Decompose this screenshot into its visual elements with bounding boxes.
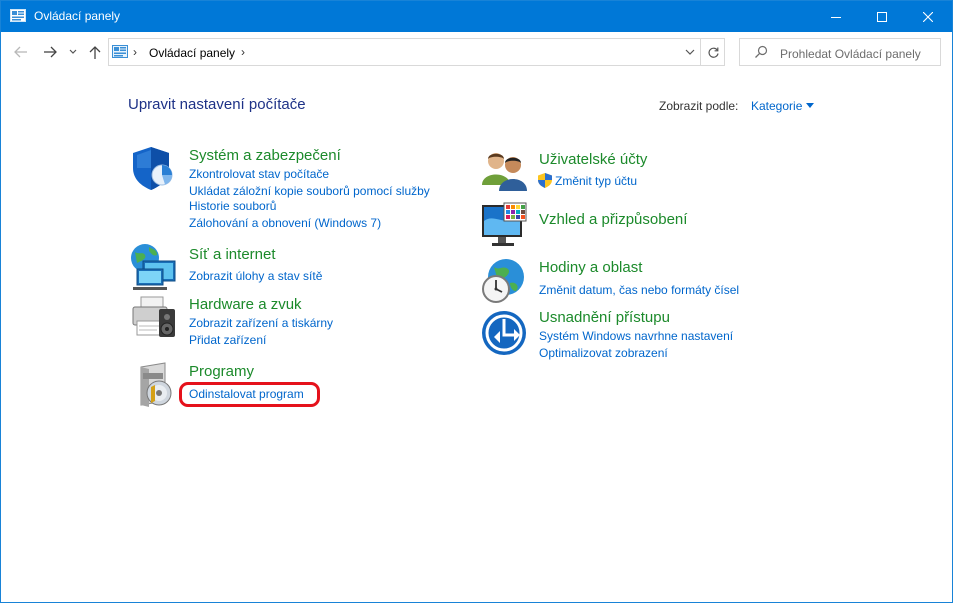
link-add-device[interactable]: Přidat zařízení [189, 333, 266, 347]
link-change-date-time-formats[interactable]: Změnit datum, čas nebo formáty čísel [539, 283, 739, 297]
uninstall-highlight-outline [179, 382, 320, 407]
search-icon [755, 45, 768, 58]
chevron-down-icon [685, 49, 695, 55]
minimize-button[interactable] [813, 1, 859, 32]
link-devices-printers[interactable]: Zobrazit zařízení a tiskárny [189, 316, 333, 330]
link-backup-restore[interactable]: Zálohování a obnovení (Windows 7) [189, 216, 381, 230]
link-network-status[interactable]: Zobrazit úlohy a stav sítě [189, 269, 322, 283]
page-title: Upravit nastavení počítače [128, 96, 306, 113]
address-bar[interactable]: › Ovládací panely › [108, 38, 725, 66]
category-title-appearance[interactable]: Vzhled a přizpůsobení [539, 211, 687, 228]
breadcrumb-separator[interactable]: › [133, 45, 137, 59]
recent-locations-button[interactable] [65, 41, 81, 63]
category-title-clock-region[interactable]: Hodiny a oblast [539, 259, 642, 276]
address-history-dropdown[interactable] [679, 39, 701, 65]
up-button[interactable] [85, 41, 105, 63]
control-panel-window: Ovládací panely › Ovládací panely › Proh… [0, 0, 953, 603]
window-title: Ovládací panely [34, 9, 121, 23]
arrow-left-icon [14, 46, 27, 58]
link-optimize-display[interactable]: Optimalizovat zobrazení [539, 346, 668, 360]
link-change-account-type[interactable]: Změnit typ účtu [555, 174, 637, 188]
link-windows-suggest-settings[interactable]: Systém Windows navrhne nastavení [539, 329, 733, 343]
forward-button[interactable] [39, 41, 61, 63]
view-by-label: Zobrazit podle: [659, 99, 739, 113]
link-file-history[interactable]: Historie souborů [189, 199, 276, 213]
control-panel-icon [112, 45, 128, 58]
link-check-computer-status[interactable]: Zkontrolovat stav počítače [189, 167, 329, 181]
network-globe-icon[interactable] [129, 243, 177, 291]
search-box[interactable]: Prohledat Ovládací panely [739, 38, 941, 66]
category-title-ease-of-access[interactable]: Usnadnění přístupu [539, 309, 670, 326]
category-title-hardware-sound[interactable]: Hardware a zvuk [189, 296, 302, 313]
navigation-bar: › Ovládací panely › Prohledat Ovládací p… [1, 32, 952, 72]
monitor-palette-icon[interactable] [480, 201, 528, 249]
arrow-up-icon [89, 46, 101, 59]
shield-icon[interactable] [129, 144, 177, 192]
caret-down-icon[interactable] [806, 103, 814, 108]
category-title-network-internet[interactable]: Síť a internet [189, 246, 276, 263]
view-by-dropdown[interactable]: Kategorie [751, 99, 802, 113]
arrow-right-icon [44, 46, 57, 58]
accessibility-icon[interactable] [480, 307, 528, 355]
refresh-button[interactable] [700, 39, 725, 65]
clock-globe-icon[interactable] [480, 257, 528, 305]
programs-disc-icon[interactable] [129, 361, 177, 409]
users-icon[interactable] [480, 149, 528, 197]
control-panel-icon [10, 9, 26, 22]
search-input[interactable]: Prohledat Ovládací panely [780, 47, 921, 61]
category-title-system-security[interactable]: Systém a zabezpečení [189, 147, 341, 164]
back-button[interactable] [10, 41, 32, 63]
close-icon [923, 11, 933, 22]
link-file-history-backup[interactable]: Ukládat záložní kopie souborů pomocí slu… [189, 184, 430, 198]
breadcrumb-separator[interactable]: › [241, 45, 245, 59]
category-title-user-accounts[interactable]: Uživatelské účty [539, 151, 647, 168]
maximize-icon [877, 11, 887, 22]
category-title-programs[interactable]: Programy [189, 363, 254, 380]
printer-speaker-icon[interactable] [129, 293, 177, 341]
refresh-icon [707, 47, 719, 58]
breadcrumb-control-panel[interactable]: Ovládací panely [149, 46, 235, 60]
chevron-down-icon [69, 49, 77, 54]
minimize-icon [831, 16, 841, 18]
maximize-button[interactable] [859, 1, 905, 32]
title-bar[interactable]: Ovládací panely [1, 1, 952, 32]
uac-shield-icon [538, 173, 552, 188]
close-button[interactable] [905, 1, 951, 32]
